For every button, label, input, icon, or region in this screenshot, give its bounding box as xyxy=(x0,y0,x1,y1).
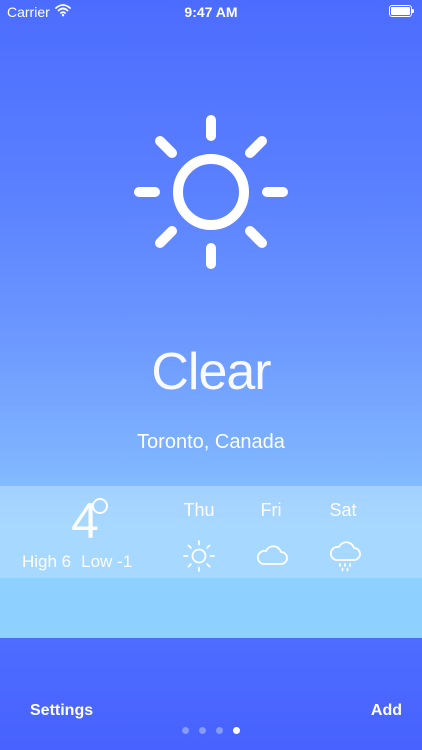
high-temperature: High 6 xyxy=(22,552,72,571)
lower-band xyxy=(0,578,422,638)
add-button[interactable]: Add xyxy=(371,702,402,720)
cloud-icon xyxy=(256,545,288,565)
page-dot[interactable] xyxy=(199,727,206,734)
forecast-day-fri: Fri xyxy=(260,500,282,520)
forecast-day-thu: Thu xyxy=(183,500,215,520)
status-time: 9:47 AM xyxy=(184,4,238,20)
forecast-day-sat: Sat xyxy=(329,500,357,520)
location-label: Toronto, Canada xyxy=(137,431,285,453)
status-bar: Carrier 9:47 AM xyxy=(0,0,422,24)
page-dot[interactable] xyxy=(182,727,189,734)
battery-icon xyxy=(389,5,414,17)
page-dot-active[interactable] xyxy=(233,727,240,734)
page-control[interactable] xyxy=(0,727,422,734)
degree-icon xyxy=(92,498,108,514)
page-dot[interactable] xyxy=(216,727,223,734)
sun-icon xyxy=(134,115,288,269)
high-low: High 6 Low -1 xyxy=(22,552,142,572)
condition-label: Clear xyxy=(151,343,271,401)
sun-icon xyxy=(183,540,215,572)
settings-button[interactable]: Settings xyxy=(30,702,93,720)
rain-cloud-icon xyxy=(329,541,361,572)
low-temperature: Low -1 xyxy=(81,552,133,571)
